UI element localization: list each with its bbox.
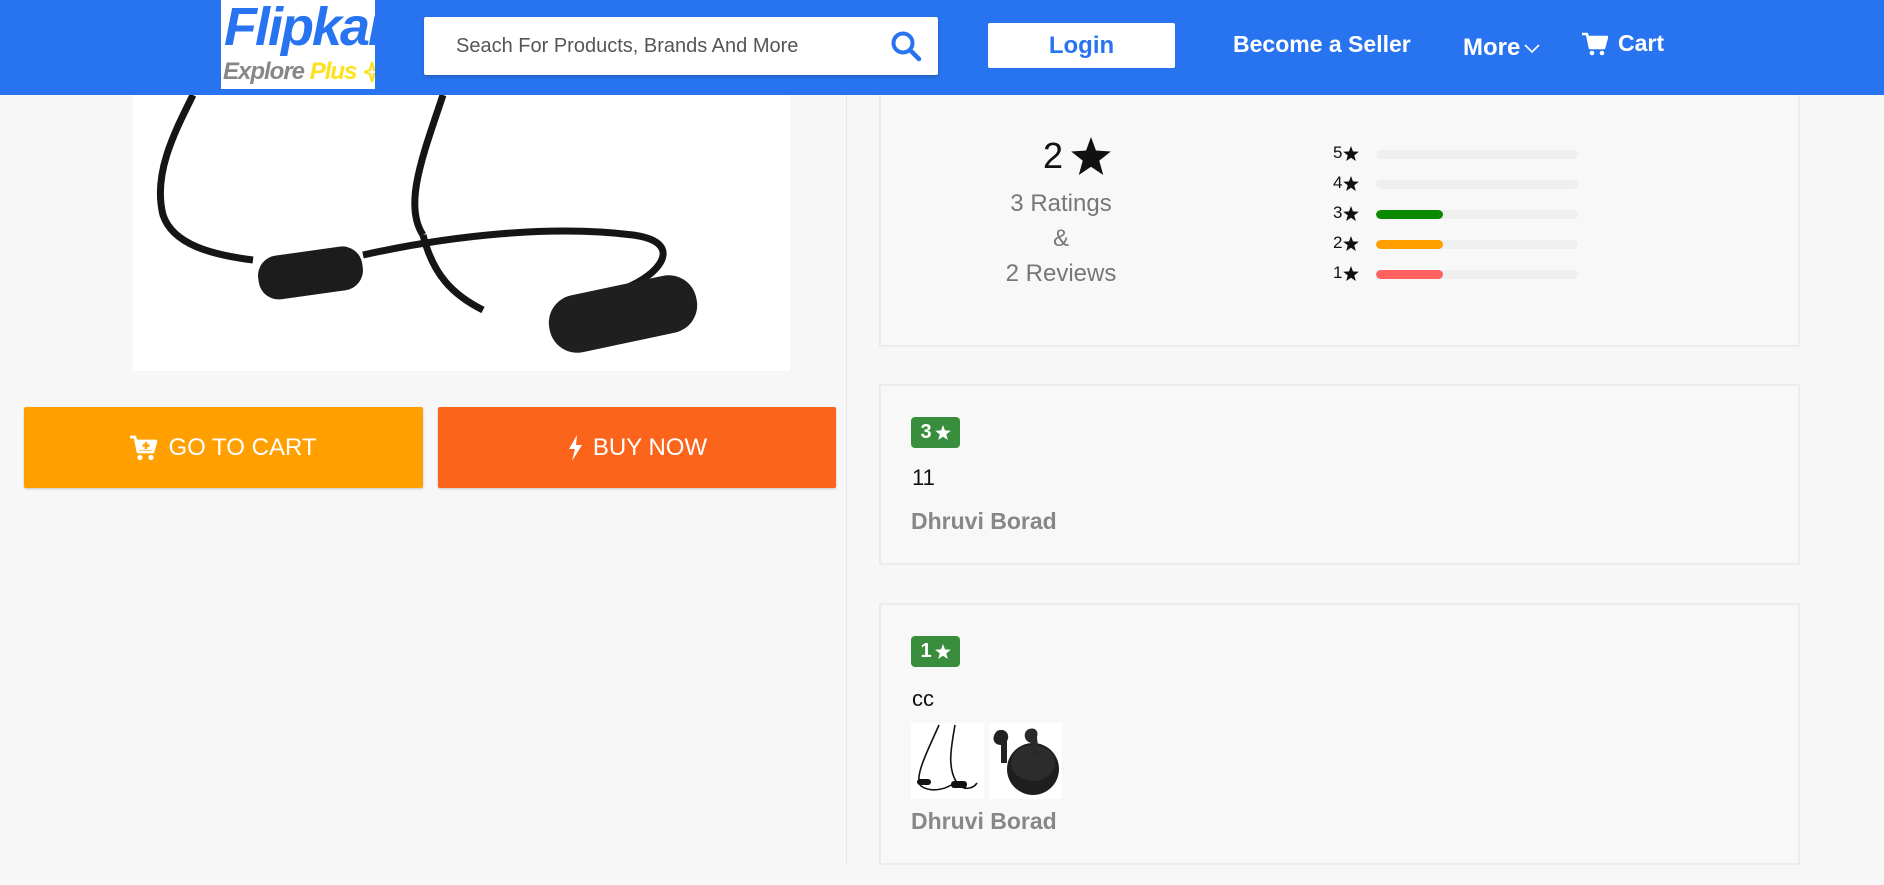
- review-rating-value: 3: [920, 421, 932, 443]
- average-rating-value: 2: [1042, 135, 1064, 176]
- review-card: 3 11 Dhruvi Borad: [879, 384, 1800, 565]
- review-text: 11: [912, 465, 935, 490]
- review-photo-thumbnail[interactable]: [989, 723, 1062, 799]
- lightning-icon: [568, 434, 582, 461]
- login-button[interactable]: Login: [988, 23, 1175, 68]
- logo-wordmark: Flipkart: [224, 0, 375, 57]
- reviews-count: 2 Reviews: [1005, 260, 1117, 287]
- rating-bar-row: 4: [1333, 173, 1593, 203]
- go-to-cart-button[interactable]: GO TO CART: [24, 407, 423, 488]
- search-input[interactable]: [456, 17, 876, 75]
- reviewer-name: Dhruvi Borad: [911, 508, 1057, 534]
- rating-bar-row: 2: [1333, 233, 1593, 263]
- search-icon[interactable]: [890, 30, 922, 62]
- review-photo-thumbnail[interactable]: [911, 723, 984, 799]
- ampersand: &: [1052, 225, 1069, 252]
- reviewer-name: Dhruvi Borad: [911, 808, 1057, 834]
- logo-tagline: Explore Plus: [223, 58, 375, 86]
- rating-summary-card: 2 3 Ratings & 2 Reviews 5 4 3 2 1: [879, 95, 1800, 347]
- rating-bar-label: 5: [1333, 143, 1360, 163]
- average-rating: 2: [1027, 135, 1127, 177]
- rating-bar-label: 4: [1333, 173, 1360, 193]
- rating-bar-stars: 3: [1333, 203, 1343, 222]
- rating-bar-stars: 4: [1333, 173, 1343, 192]
- star-icon: [1343, 235, 1360, 251]
- review-card: 1 cc Dhruvi Borad: [879, 603, 1800, 865]
- rating-bar-track: [1376, 240, 1578, 249]
- rating-bar-label: 2: [1333, 233, 1360, 253]
- rating-bar-stars: 5: [1333, 143, 1343, 162]
- rating-bar-row: 1: [1333, 263, 1593, 293]
- rating-bar-fill: [1376, 240, 1444, 249]
- review-text: cc: [912, 686, 934, 711]
- more-menu[interactable]: More: [1463, 34, 1540, 62]
- star-icon: [1343, 175, 1360, 191]
- cart-link[interactable]: Cart: [1582, 30, 1664, 57]
- rating-bar-row: 3: [1333, 203, 1593, 233]
- rating-distribution: 5 4 3 2 1: [1333, 143, 1593, 293]
- flipkart-logo[interactable]: Flipkart Explore Plus: [221, 0, 375, 89]
- review-rating-badge: 1: [911, 636, 960, 667]
- star-icon: [1343, 145, 1360, 161]
- cart-label: Cart: [1618, 30, 1665, 56]
- neckband-earphones-image: [156, 95, 698, 353]
- ratings-count: 3 Ratings: [1010, 190, 1112, 217]
- cart-plus-icon: [130, 435, 158, 460]
- rating-review-counts: 3 Ratings & 2 Reviews: [981, 186, 1141, 291]
- column-divider: [846, 95, 847, 865]
- product-image[interactable]: [133, 95, 790, 371]
- star-icon: [934, 644, 951, 659]
- go-to-cart-label: GO TO CART: [168, 433, 317, 461]
- buy-now-label: BUY NOW: [592, 433, 708, 461]
- rating-bar-fill: [1376, 210, 1444, 219]
- cart-icon: [1582, 32, 1608, 55]
- star-icon: [1343, 265, 1360, 281]
- neckband-thumbnail-image: [917, 724, 978, 791]
- chevron-down-icon: [1524, 44, 1540, 54]
- rating-bar-label: 3: [1333, 203, 1360, 223]
- rating-bar-track: [1376, 180, 1578, 189]
- rating-bar-track: [1376, 210, 1578, 219]
- rating-bar-stars: 1: [1333, 263, 1343, 282]
- more-label: More: [1463, 34, 1521, 61]
- become-seller-link[interactable]: Become a Seller: [1233, 31, 1411, 58]
- star-icon: [1343, 205, 1360, 221]
- top-navbar: Flipkart Explore Plus Login Become a Sel…: [0, 0, 1884, 95]
- rating-bar-row: 5: [1333, 143, 1593, 173]
- logo-tagline-plus: Plus: [309, 58, 358, 85]
- review-rating-value: 1: [920, 640, 932, 662]
- rating-bar-label: 1: [1333, 263, 1360, 283]
- rating-bar-stars: 2: [1333, 233, 1343, 252]
- star-icon: [934, 425, 951, 440]
- logo-tagline-explore: Explore: [223, 58, 305, 85]
- rating-bar-fill: [1376, 270, 1444, 279]
- plus-sparkle-icon: [364, 62, 375, 82]
- review-rating-badge: 3: [911, 417, 960, 448]
- buy-now-button[interactable]: BUY NOW: [438, 407, 836, 488]
- search-bar: [424, 17, 938, 75]
- earbuds-thumbnail-image: [993, 728, 1059, 795]
- rating-bar-track: [1376, 270, 1578, 279]
- rating-bar-track: [1376, 150, 1578, 159]
- star-icon: [1071, 137, 1111, 175]
